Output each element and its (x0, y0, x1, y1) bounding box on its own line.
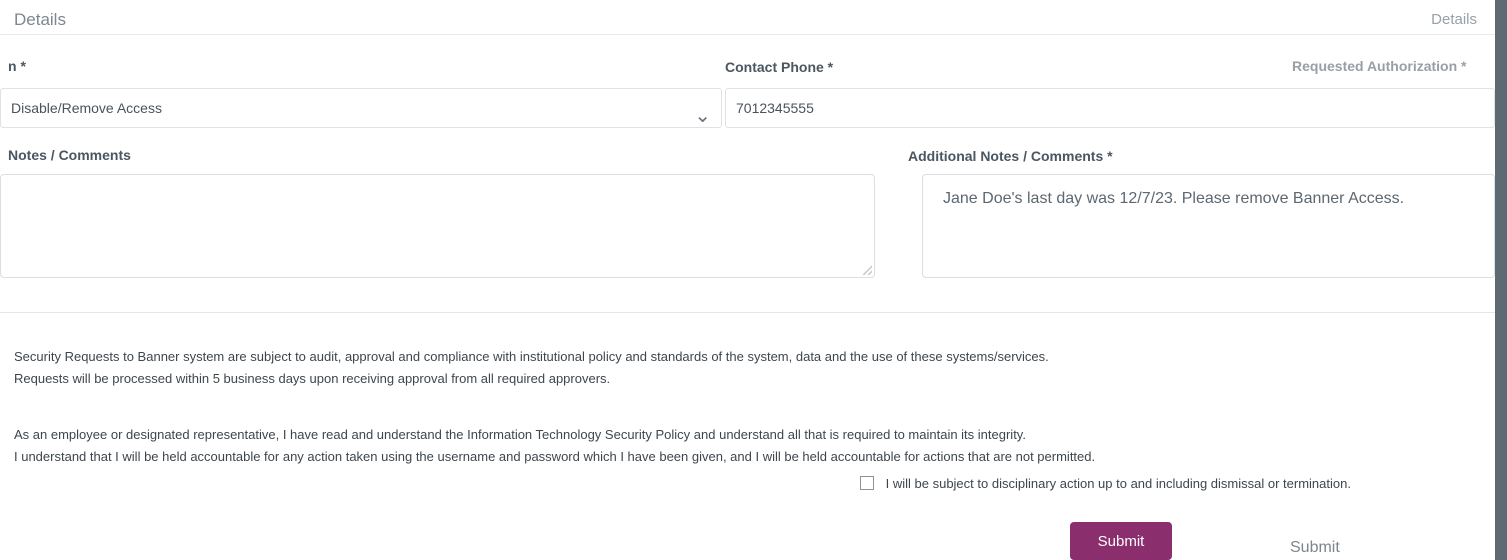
request-form-card: Details Details n * Disable/Remove Acces… (0, 0, 1495, 560)
chevron-down-icon: ⌄ (694, 105, 711, 127)
additional-notes-label: Additional Notes / Comments * (908, 148, 1113, 164)
section-title: Details (14, 10, 66, 29)
window-frame-right (1495, 0, 1507, 560)
section-divider (0, 312, 1495, 313)
section-collapse-toggle[interactable]: Details (1431, 11, 1477, 28)
agreement-checkbox[interactable] (860, 476, 874, 490)
notes-label: Notes / Comments (8, 147, 131, 163)
agreement-checkbox-label: I will be subject to disciplinary action… (885, 476, 1351, 491)
section-header: Details Details (0, 0, 1495, 35)
agreement-paragraph-2: As an employee or designated representat… (14, 424, 1484, 468)
resize-handle-icon[interactable] (860, 263, 872, 275)
agreement-paragraph-1: Security Requests to Banner system are s… (14, 346, 1484, 390)
agreement-p1-line2: Requests will be processed within 5 busi… (14, 371, 611, 386)
submit-button-duplicate[interactable]: Submit (1290, 539, 1340, 557)
agreement-p2-line2: I understand that I will be held account… (14, 449, 1096, 464)
requested-authorization-label: Requested Authorization * (1292, 58, 1467, 74)
contact-phone-label: Contact Phone * (725, 59, 834, 75)
request-type-select[interactable]: Disable/Remove Access ⌄ (0, 88, 722, 128)
request-type-value: Disable/Remove Access (11, 100, 162, 116)
additional-notes-textarea[interactable]: Jane Doe's last day was 12/7/23. Please … (922, 174, 1495, 278)
submit-button[interactable]: Submit (1070, 522, 1172, 560)
agreement-p1-line1: Security Requests to Banner system are s… (14, 349, 1049, 364)
agreement-checkbox-row[interactable]: I will be subject to disciplinary action… (860, 476, 1351, 491)
notes-textarea[interactable] (0, 174, 875, 278)
contact-phone-value: 7012345555 (736, 100, 814, 116)
additional-notes-value: Jane Doe's last day was 12/7/23. Please … (943, 190, 1405, 207)
agreement-p2-line1: As an employee or designated representat… (14, 427, 1026, 442)
request-type-label: n * (8, 58, 26, 74)
contact-phone-input[interactable]: 7012345555 (725, 88, 1495, 128)
